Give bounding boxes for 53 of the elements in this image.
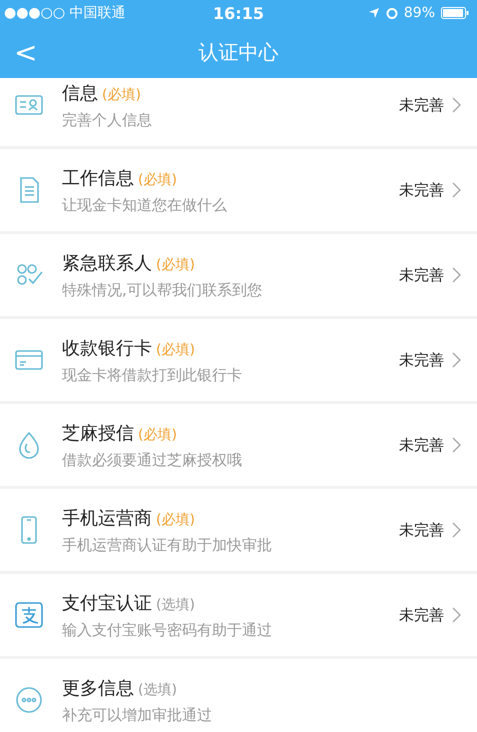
item-status: 未完善: [399, 436, 444, 454]
item-tag: (必填): [156, 342, 195, 358]
item-status: 未完善: [399, 606, 444, 624]
item-title: 信息: [62, 82, 98, 104]
location-icon: [368, 7, 380, 19]
item-tag: (必填): [156, 256, 195, 272]
item-status: 未完善: [399, 96, 444, 114]
page-title: 认证中心: [198, 38, 278, 66]
chevron-icon: [452, 267, 461, 283]
carrier-text: ●●●○○ 中国联通: [4, 4, 126, 22]
item-tag: (必填): [156, 512, 195, 528]
item-tag: (选填): [156, 596, 195, 612]
item-status: 未完善: [399, 350, 444, 370]
item-title: 更多信息: [62, 678, 134, 698]
chevron-icon: [452, 352, 461, 368]
item-tag: (必填): [138, 426, 177, 442]
list-item[interactable]: 收款银行卡 (必填) 现金卡将借款打到此银行卡 未完善: [0, 319, 477, 401]
chevron-icon: [452, 97, 461, 113]
list-item[interactable]: 紧急联系人 (必填) 特殊情况,可以帮我们联系到您 未完善: [0, 234, 477, 316]
item-title: 收款银行卡: [62, 338, 152, 358]
item-tag: (必填): [138, 172, 177, 188]
item-subtitle: 让现金卡知道您在做什么: [62, 196, 228, 214]
list-item[interactable]: 支付宝认证 (选填) 输入支付宝账号密码有助于通过 未完善: [0, 574, 477, 656]
list-item[interactable]: 信息 (必填) 完善个人信息 未完善: [0, 78, 477, 146]
item-title: 支付宝认证: [62, 592, 152, 614]
item-subtitle: 借款必须要通过芝麻授权哦: [62, 450, 243, 470]
item-status: 未完善: [399, 520, 444, 540]
chevron-icon: [452, 437, 461, 453]
chevron-icon: [452, 522, 461, 538]
chevron-icon: [452, 607, 461, 623]
item-tag: (选填): [138, 682, 177, 698]
item-title: 手机运营商: [62, 508, 152, 528]
list-item[interactable]: 更多信息 (选填) 补充可以增加审批通过: [0, 659, 477, 732]
item-title: 芝麻授信: [62, 422, 134, 444]
clock-text: 16:15: [213, 4, 264, 22]
item-subtitle: 特殊情况,可以帮我们联系到您: [62, 280, 263, 300]
more-icon: [14, 685, 44, 715]
battery-text: 89%: [404, 5, 435, 21]
list-item[interactable]: 工作信息 (必填) 让现金卡知道您在做什么 未完善: [0, 149, 477, 231]
chevron-icon: [452, 182, 461, 198]
item-subtitle: 手机运营商认证有助于加快审批: [62, 536, 273, 554]
item-status: 未完善: [399, 266, 444, 284]
item-title: 紧急联系人: [62, 252, 152, 274]
item-subtitle: 完善个人信息: [62, 110, 153, 130]
item-status: 未完善: [399, 180, 444, 200]
item-tag: (必填): [102, 86, 141, 102]
battery-icon: [441, 7, 469, 19]
item-subtitle: 现金卡将借款打到此银行卡: [62, 366, 243, 384]
item-subtitle: 输入支付宝账号密码有助于通过: [62, 620, 273, 640]
list-item[interactable]: 芝麻授信 (必填) 借款必须要通过芝麻授权哦 未完善: [0, 404, 477, 486]
list-item[interactable]: 手机运营商 (必填) 手机运营商认证有助于加快审批 未完善: [0, 489, 477, 571]
item-title: 工作信息: [62, 168, 134, 188]
item-subtitle: 补充可以增加审批通过: [62, 706, 213, 724]
